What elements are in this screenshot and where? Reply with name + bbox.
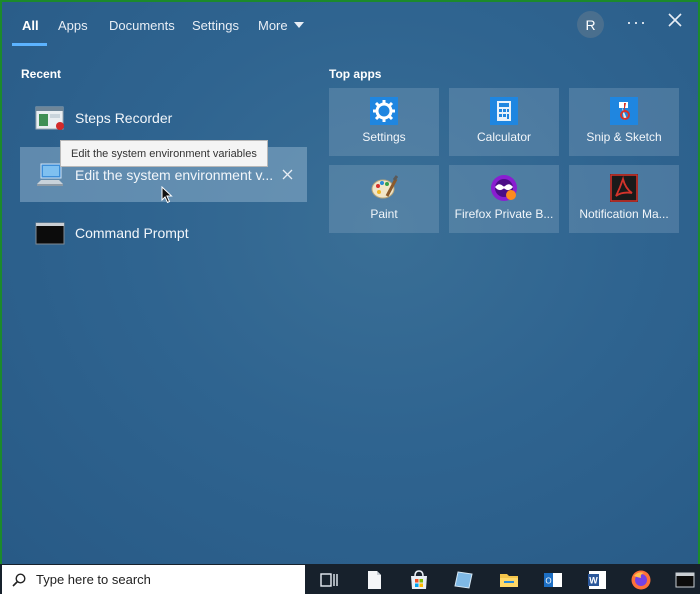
account-avatar[interactable]: R (577, 11, 604, 38)
svg-text:O: O (545, 577, 551, 586)
task-view-icon[interactable] (318, 569, 340, 591)
app-tile-firefox-private[interactable]: Firefox Private B... (449, 165, 559, 233)
tab-more[interactable]: More (258, 14, 304, 36)
calculator-icon (490, 97, 518, 125)
app-tile-snip-sketch[interactable]: Snip & Sketch (569, 88, 679, 156)
recent-item-command-prompt[interactable]: Command Prompt (20, 205, 307, 260)
command-prompt-icon (35, 220, 65, 246)
top-apps-section-title: Top apps (329, 67, 382, 81)
recent-item-steps-recorder[interactable]: Steps Recorder (20, 90, 307, 145)
start-menu-header: All Apps Documents Settings More R ··· (2, 2, 698, 46)
app-tile-paint[interactable]: Paint (329, 165, 439, 233)
search-icon (12, 572, 26, 587)
recent-item-label: Command Prompt (75, 224, 189, 241)
taskbar-search-box[interactable]: Type here to search (2, 565, 305, 594)
app-tile-label: Snip & Sketch (586, 130, 662, 144)
firefox-icon[interactable] (630, 569, 652, 591)
paint-palette-icon (370, 174, 399, 202)
app-tile-settings[interactable]: Settings (329, 88, 439, 156)
search-placeholder: Type here to search (36, 572, 151, 587)
tab-apps[interactable]: Apps (58, 14, 88, 36)
word-icon[interactable]: W (586, 569, 608, 591)
tablet-icon[interactable] (453, 569, 475, 591)
recent-item-label: Steps Recorder (75, 109, 173, 126)
firefox-private-icon (490, 174, 518, 202)
close-icon[interactable] (666, 11, 684, 29)
pdf-icon (610, 174, 638, 202)
steps-recorder-icon (35, 105, 65, 131)
tab-more-label: More (258, 17, 288, 33)
tab-documents[interactable]: Documents (109, 14, 175, 36)
remove-from-list-icon[interactable] (282, 169, 293, 180)
app-tile-label: Paint (370, 207, 398, 221)
app-tile-label: Calculator (476, 130, 532, 144)
tab-all[interactable]: All (22, 14, 39, 36)
tooltip: Edit the system environment variables (60, 140, 268, 167)
app-tile-label: Notification Ma... (579, 207, 669, 221)
mouse-cursor-icon (161, 186, 173, 204)
document-icon[interactable] (363, 569, 385, 591)
more-options-icon[interactable]: ··· (626, 12, 647, 33)
store-icon[interactable] (408, 569, 430, 591)
svg-text:W: W (589, 576, 598, 586)
file-explorer-icon[interactable] (498, 569, 520, 591)
app-tile-label: Settings (362, 130, 406, 144)
start-menu-panel: All Apps Documents Settings More R ··· R… (2, 2, 698, 564)
recent-section-title: Recent (21, 67, 62, 81)
gear-icon (370, 97, 398, 125)
tab-settings[interactable]: Settings (192, 14, 239, 36)
active-tab-indicator (12, 43, 47, 46)
app-tile-label: Firefox Private B... (454, 207, 554, 221)
app-tile-notification-manager[interactable]: Notification Ma... (569, 165, 679, 233)
snip-sketch-icon (610, 97, 638, 125)
app-tile-calculator[interactable]: Calculator (449, 88, 559, 156)
recent-item-label: Edit the system environment v... (75, 166, 274, 183)
terminal-icon[interactable] (674, 569, 696, 591)
outlook-icon[interactable]: O (542, 569, 564, 591)
chevron-down-icon (293, 22, 304, 28)
